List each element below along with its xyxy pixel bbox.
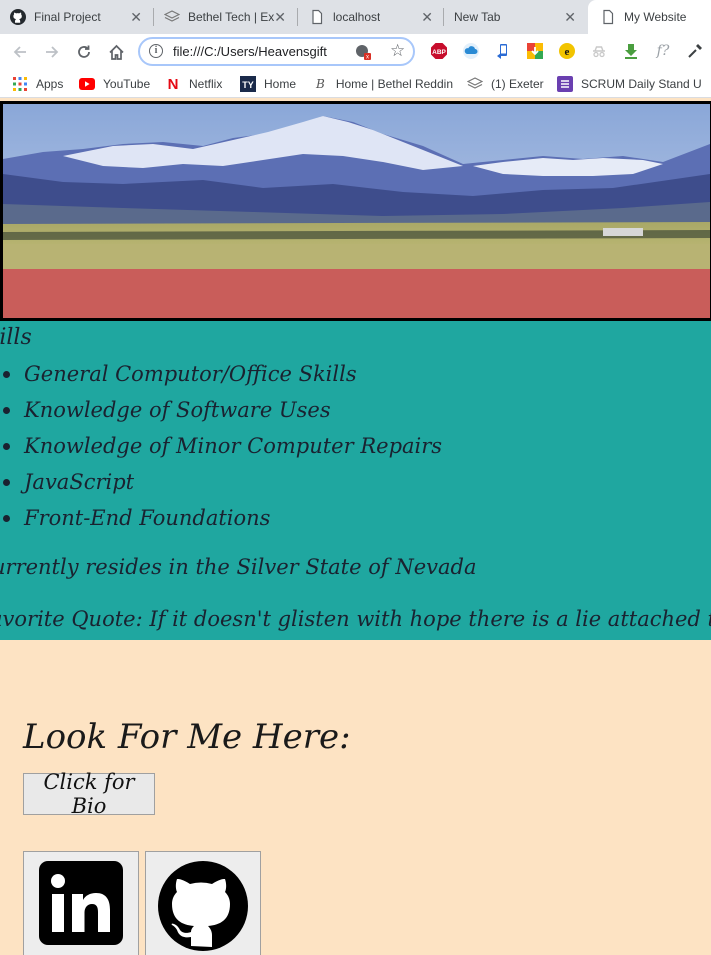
- list-item: Knowledge of Minor Computer Repairs: [2, 431, 442, 467]
- bookmark-label: YouTube: [103, 77, 151, 91]
- forward-arrow-icon: [46, 46, 59, 58]
- page-icon: [600, 9, 616, 25]
- tv-icon: TY: [240, 76, 256, 92]
- bookmark-label: Netflix: [189, 77, 223, 91]
- youtube-icon: [79, 76, 95, 92]
- tab-title: Bethel Tech | Ex: [188, 10, 274, 24]
- svg-text:TY: TY: [242, 80, 254, 90]
- bookmark-label: (1) Exeter: [491, 77, 544, 91]
- back-arrow-icon: [13, 46, 26, 58]
- page-viewport: kills General Computor/Office Skills Kno…: [0, 99, 711, 955]
- tab-title: Final Project: [34, 10, 101, 24]
- github-button[interactable]: [145, 851, 261, 955]
- bookmark-exeter[interactable]: (1) Exeter: [467, 75, 544, 93]
- bookmark-bethel-redding[interactable]: B Home | Bethel Reddin: [313, 75, 453, 93]
- layers-icon: [164, 9, 180, 25]
- eyedropper-icon[interactable]: [686, 42, 704, 60]
- skills-list: General Computor/Office Skills Knowledge…: [2, 359, 442, 539]
- browser-toolbar: i file:///C:/Users/Heavensgift x ☆ ABP e…: [0, 34, 711, 70]
- bookmarks-bar: Apps YouTube N Netflix TY Home B Home | …: [0, 70, 711, 98]
- blocked-content-icon[interactable]: x: [354, 43, 371, 60]
- github-icon: [10, 9, 26, 25]
- mountain-landscape-image: [3, 104, 710, 269]
- reload-button[interactable]: [72, 40, 96, 64]
- close-tab-icon[interactable]: ✕: [564, 9, 576, 26]
- bookmark-netflix[interactable]: N Netflix: [165, 75, 223, 93]
- bookmark-label: Home: [264, 77, 297, 91]
- home-button[interactable]: [104, 40, 128, 64]
- list-item: General Computor/Office Skills: [2, 359, 442, 395]
- favorite-quote-text: avorite Quote: If it doesn't glisten wit…: [0, 607, 711, 631]
- url-text[interactable]: file:///C:/Users/Heavensgift: [173, 44, 327, 59]
- tab-localhost[interactable]: localhost ✕: [309, 0, 443, 34]
- tab-final-project[interactable]: Final Project ✕: [10, 0, 152, 34]
- apps-grid-icon: [12, 76, 28, 92]
- close-tab-icon[interactable]: ✕: [421, 9, 433, 26]
- bookmark-star-icon[interactable]: ☆: [390, 41, 405, 61]
- bookmark-scrum[interactable]: SCRUM Daily Stand U: [557, 75, 711, 93]
- list-item: JavaScript: [2, 467, 442, 503]
- tab-divider: [297, 8, 298, 26]
- skills-heading: kills: [0, 325, 32, 350]
- forward-button[interactable]: [40, 40, 64, 64]
- bio-button[interactable]: Click for Bio: [23, 770, 155, 818]
- abp-icon[interactable]: ABP: [430, 42, 448, 60]
- address-bar[interactable]: i file:///C:/Users/Heavensgift x ☆: [138, 37, 415, 66]
- residence-text: urrently resides in the Silver State of …: [0, 555, 477, 579]
- bookmark-apps[interactable]: Apps: [12, 75, 63, 93]
- bookmark-label: Apps: [36, 77, 64, 91]
- tab-divider: [153, 8, 154, 26]
- linkedin-icon: [39, 861, 123, 945]
- back-button[interactable]: [8, 40, 32, 64]
- layers-icon: [467, 76, 483, 92]
- formula-icon[interactable]: f?: [654, 42, 672, 60]
- bookmark-label: Home | Bethel Reddin: [335, 77, 453, 91]
- tab-strip: Final Project ✕ Bethel Tech | Ex ✕ local…: [0, 0, 711, 34]
- tab-new-tab[interactable]: New Tab ✕: [454, 0, 586, 34]
- tab-divider: [443, 8, 444, 26]
- tab-title: My Website: [624, 10, 687, 24]
- netflix-icon: N: [167, 75, 179, 93]
- skills-section: kills General Computor/Office Skills Kno…: [0, 321, 711, 640]
- incognito-icon[interactable]: [590, 42, 608, 60]
- info-icon[interactable]: i: [149, 44, 163, 58]
- tab-bethel-tech[interactable]: Bethel Tech | Ex ✕: [164, 0, 296, 34]
- list-item: Knowledge of Software Uses: [2, 395, 442, 431]
- github-icon: [158, 861, 248, 951]
- tab-title: localhost: [333, 10, 381, 24]
- svg-text:e: e: [565, 46, 570, 58]
- drive-icon[interactable]: [526, 42, 544, 60]
- bookmark-home-tv[interactable]: TY Home: [240, 75, 296, 93]
- home-icon: [108, 44, 124, 60]
- svg-text:x: x: [366, 55, 369, 61]
- bookmark-youtube[interactable]: YouTube: [79, 75, 150, 93]
- close-tab-icon[interactable]: ✕: [274, 9, 286, 26]
- close-tab-icon[interactable]: ✕: [130, 9, 142, 26]
- list-item: Front-End Foundations: [2, 503, 442, 539]
- page-icon: [309, 9, 325, 25]
- cloud-icon[interactable]: [462, 42, 480, 60]
- svg-text:ABP: ABP: [432, 49, 446, 56]
- download-icon[interactable]: [622, 42, 640, 60]
- reload-icon: [78, 45, 90, 58]
- tab-title: New Tab: [454, 10, 501, 24]
- look-for-me-heading: Look For Me Here:: [23, 717, 351, 757]
- e-icon[interactable]: e: [558, 42, 576, 60]
- bethel-icon: B: [315, 77, 325, 91]
- bookmark-label: SCRUM Daily Stand U: [581, 77, 702, 91]
- header-banner: [0, 101, 711, 321]
- tab-my-website[interactable]: My Website: [588, 0, 711, 34]
- linkedin-button[interactable]: [23, 851, 139, 955]
- scrum-icon: [557, 76, 573, 92]
- phone-icon[interactable]: [494, 42, 512, 60]
